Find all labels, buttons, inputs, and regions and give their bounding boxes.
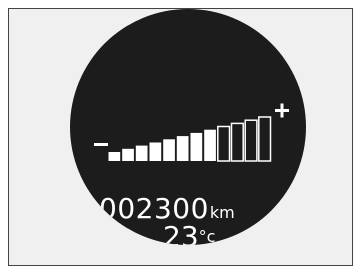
bar-segment-4: [149, 142, 162, 161]
temperature-unit: °c: [198, 227, 216, 245]
bar-segment-2: [122, 148, 134, 161]
bar-segment-1: [108, 152, 121, 161]
bar-segment-5: [163, 139, 175, 161]
instrument-figure-frame: 002300km 23°c: [8, 8, 353, 266]
bar-segment-8: [204, 129, 216, 161]
bar-segment-3: [135, 145, 148, 161]
plus-icon: [275, 103, 289, 118]
minus-icon: [94, 143, 108, 146]
meter-display: 002300km 23°c: [70, 9, 306, 245]
temperature-value: 23: [163, 220, 199, 245]
bar-segment-11: [244, 119, 258, 162]
temperature-readout: 23°c: [163, 220, 215, 245]
bar-segment-7: [190, 132, 203, 161]
bar-segment-9: [217, 125, 231, 162]
bar-segment-12: [258, 116, 272, 162]
bar-segment-6: [176, 136, 189, 161]
bar-segment-10: [230, 122, 244, 162]
